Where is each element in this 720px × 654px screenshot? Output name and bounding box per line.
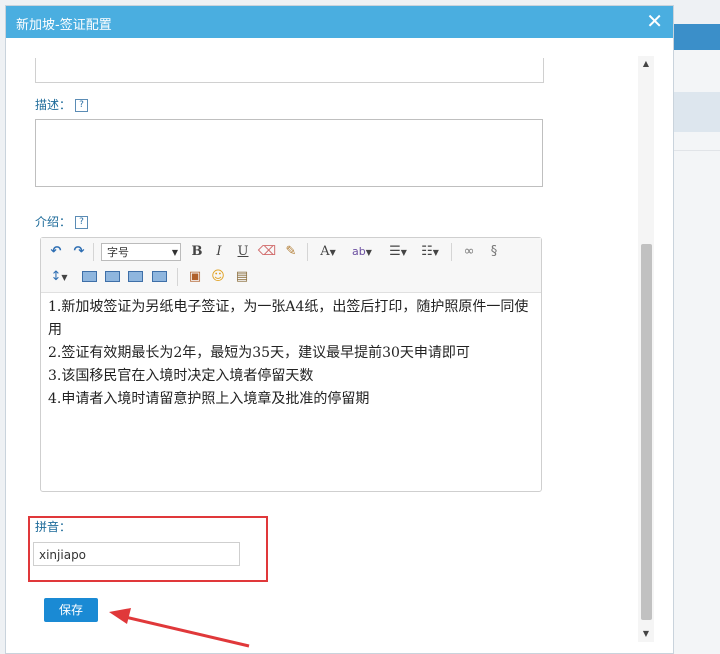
underline-button[interactable]: U: [233, 243, 253, 261]
line-height-icon[interactable]: ↕▼: [46, 268, 72, 286]
help-icon[interactable]: ?: [75, 99, 89, 112]
dialog-content: 描述：? 介绍：? ↶ ↷ 字号 ▼ B I U ⌫ ✎ A▼ ab▼ ☰▼ ☷…: [6, 38, 646, 653]
editor-paragraph: 2.签证有效期最长为2年，最短为35天，建议最早提前30天申请即可: [48, 345, 470, 361]
dialog-scrollbar[interactable]: ▲ ▼: [638, 56, 654, 642]
dialog-title: 新加坡-签证配置: [16, 18, 112, 33]
toolbar-separator: [177, 268, 178, 286]
emoji-icon[interactable]: ☺: [208, 268, 228, 286]
editor-paragraph: 1.新加坡签证为另纸电子签证，为一张A4纸，出签后打印，随护照原件一同使用: [48, 299, 529, 338]
unlink-icon[interactable]: §: [484, 243, 504, 261]
arrow-head: [109, 608, 131, 624]
toolbar-separator: [93, 243, 94, 261]
editor-paragraph: 4.申请者入境时请留意护照上入境章及批准的停留期: [48, 391, 370, 407]
help-icon[interactable]: ?: [75, 216, 89, 229]
align-left-icon[interactable]: [79, 268, 99, 286]
dialog-titlebar: 新加坡-签证配置 ✕: [6, 6, 673, 38]
visa-config-dialog: 新加坡-签证配置 ✕ 描述：? 介绍：? ↶ ↷ 字号 ▼ B I U ⌫ ✎ …: [5, 5, 674, 654]
ordered-list-icon[interactable]: ☰▼: [384, 243, 412, 261]
unordered-list-icon[interactable]: ☷▼: [416, 243, 444, 261]
eraser-icon[interactable]: ⌫: [257, 243, 277, 261]
close-icon[interactable]: ✕: [646, 10, 663, 32]
format-brush-icon[interactable]: ✎: [281, 243, 301, 261]
annotation-highlight-box: [28, 516, 268, 582]
editor-content[interactable]: 1.新加坡签证为另纸电子签证，为一张A4纸，出签后打印，随护照原件一同使用 2.…: [48, 296, 536, 411]
editor-paragraph: 3.该国移民官在入境时决定入境者停留天数: [48, 368, 314, 384]
bold-button[interactable]: B: [187, 243, 207, 261]
align-right-icon[interactable]: [125, 268, 145, 286]
toolbar-separator: [451, 243, 452, 261]
save-button[interactable]: 保存: [44, 598, 98, 622]
arrow-shaft: [120, 614, 250, 648]
rich-text-editor: ↶ ↷ 字号 ▼ B I U ⌫ ✎ A▼ ab▼ ☰▼ ☷▼ ∞ § ↕▼ ▣…: [40, 237, 542, 492]
toolbar-separator: [307, 243, 308, 261]
font-color-button[interactable]: A▼: [314, 243, 342, 261]
editor-toolbar: ↶ ↷ 字号 ▼ B I U ⌫ ✎ A▼ ab▼ ☰▼ ☷▼ ∞ § ↕▼ ▣…: [41, 238, 541, 293]
align-center-icon[interactable]: [102, 268, 122, 286]
highlight-color-label: ab: [352, 245, 366, 258]
italic-button[interactable]: I: [209, 243, 229, 261]
redo-icon[interactable]: ↷: [69, 243, 89, 261]
intro-label-text: 介绍：: [35, 215, 72, 229]
justify-icon[interactable]: [149, 268, 169, 286]
scroll-up-icon[interactable]: ▲: [638, 56, 654, 72]
background-row-highlight: [674, 92, 720, 132]
scroll-down-icon[interactable]: ▼: [638, 626, 654, 642]
description-textarea[interactable]: [35, 119, 543, 187]
paste-icon[interactable]: ▤: [232, 268, 252, 286]
annotation-arrow: [109, 608, 250, 648]
link-icon[interactable]: ∞: [459, 243, 479, 261]
font-size-select-value: 字号: [107, 246, 129, 259]
image-icon[interactable]: ▣: [185, 268, 205, 286]
background-page: [674, 50, 720, 654]
description-label-text: 描述：: [35, 98, 72, 112]
font-color-label: A: [320, 244, 330, 259]
background-divider: [674, 150, 720, 151]
highlight-color-button[interactable]: ab▼: [347, 243, 377, 261]
background-header-strip: [674, 24, 720, 50]
undo-icon[interactable]: ↶: [46, 243, 66, 261]
previous-field-input[interactable]: [35, 58, 544, 83]
scrollbar-thumb[interactable]: [641, 244, 652, 620]
intro-label: 介绍：?: [35, 213, 89, 230]
chevron-down-icon: ▼: [171, 248, 178, 257]
font-size-select[interactable]: 字号 ▼: [101, 243, 181, 261]
description-label: 描述：?: [35, 96, 89, 113]
